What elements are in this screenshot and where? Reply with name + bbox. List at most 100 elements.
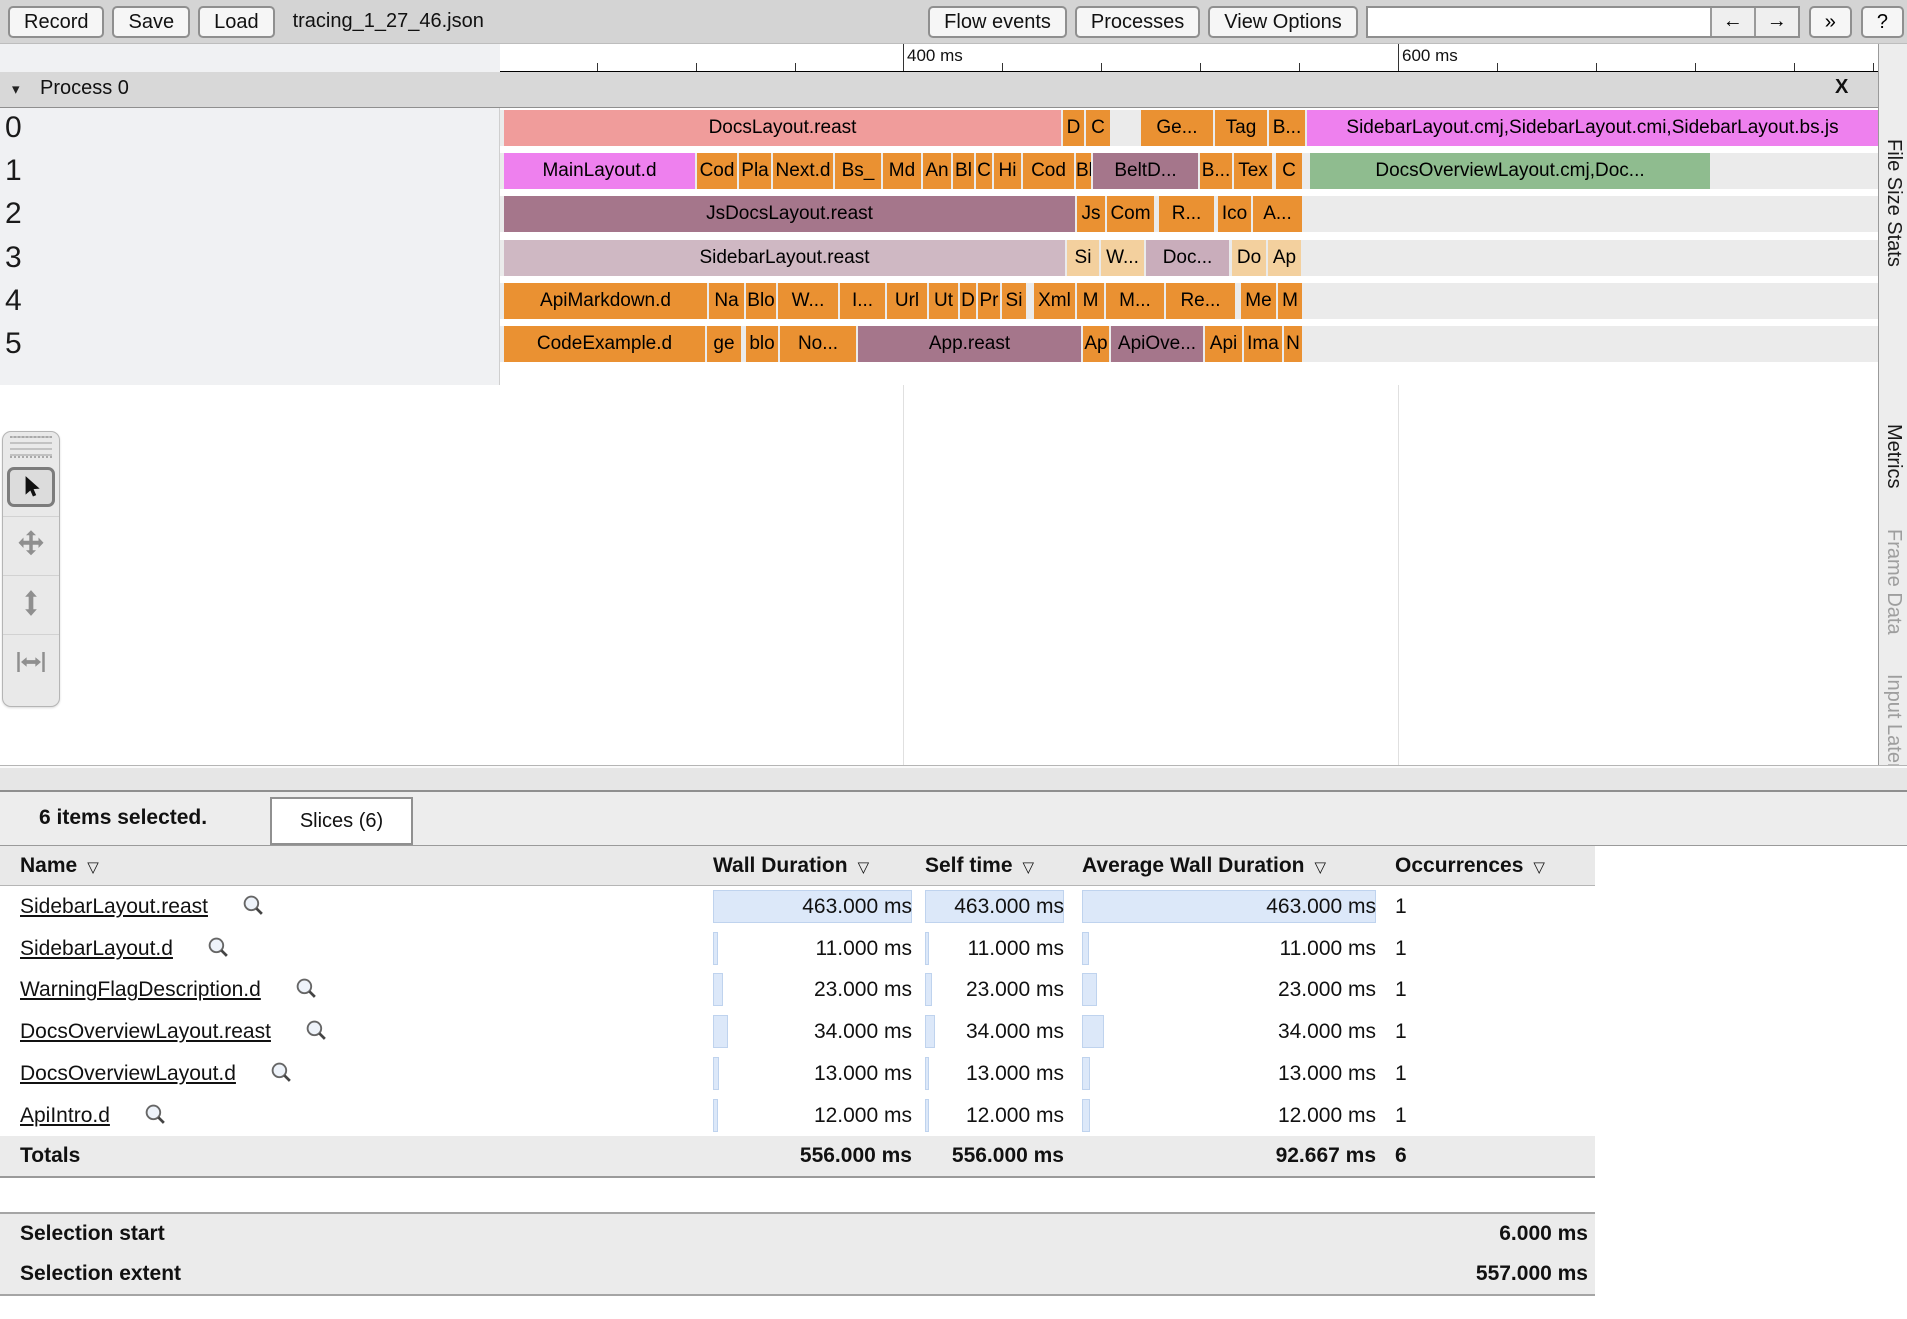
- processes-button[interactable]: Processes: [1074, 5, 1201, 38]
- trace-slice[interactable]: CodeExample.d: [504, 326, 705, 362]
- palette-grip[interactable]: [10, 436, 52, 458]
- trace-slice[interactable]: Blo: [746, 283, 776, 319]
- trace-slice[interactable]: SidebarLayout.cmj,SidebarLayout.cmi,Side…: [1307, 110, 1878, 146]
- trace-slice[interactable]: Ico: [1218, 196, 1251, 232]
- trace-slice[interactable]: W...: [778, 283, 838, 319]
- table-row[interactable]: DocsOverviewLayout.d 13.000 ms 13.000 ms 13…: [0, 1053, 1595, 1094]
- trace-slice[interactable]: N: [1284, 326, 1302, 362]
- magnifier-icon[interactable]: [242, 894, 265, 917]
- trace-slice[interactable]: W...: [1101, 240, 1144, 276]
- trace-slice[interactable]: Pr: [978, 283, 1000, 319]
- magnifier-icon[interactable]: [270, 1061, 293, 1084]
- sort-icon[interactable]: ▽: [1023, 859, 1035, 876]
- help-button[interactable]: ?: [1860, 5, 1904, 38]
- table-row[interactable]: ApiIntro.d 12.000 ms 12.000 ms 12.000 ms 1: [0, 1095, 1595, 1136]
- trace-slice[interactable]: C: [1276, 153, 1302, 189]
- trace-slice[interactable]: C: [1086, 110, 1110, 146]
- sidebar-tab-metrics[interactable]: Metrics: [1882, 424, 1905, 488]
- trace-slice[interactable]: No...: [780, 326, 856, 362]
- trace-slice[interactable]: ge: [707, 326, 741, 362]
- load-button[interactable]: Load: [198, 5, 275, 38]
- trace-slice[interactable]: Tex: [1234, 153, 1272, 189]
- trace-slice[interactable]: App.reast: [858, 326, 1081, 362]
- trace-slice[interactable]: Api: [1205, 326, 1242, 362]
- sort-icon[interactable]: ▽: [1533, 859, 1545, 876]
- save-button[interactable]: Save: [112, 5, 191, 38]
- flow-events-button[interactable]: Flow events: [928, 5, 1067, 38]
- trace-slice[interactable]: blo: [746, 326, 778, 362]
- slice-name-link[interactable]: DocsOverviewLayout.d: [20, 1053, 293, 1094]
- trace-slice[interactable]: Cod: [1023, 153, 1074, 189]
- panel-splitter[interactable]: [0, 765, 1907, 792]
- trace-slice[interactable]: Xml: [1034, 283, 1075, 319]
- trace-slice[interactable]: Ap: [1083, 326, 1109, 362]
- slices-tab[interactable]: Slices (6): [270, 797, 413, 845]
- magnifier-icon[interactable]: [207, 936, 230, 959]
- trace-slice[interactable]: A...: [1253, 196, 1302, 232]
- trace-slice[interactable]: B...: [1269, 110, 1305, 146]
- trace-slice[interactable]: Doc...: [1146, 240, 1229, 276]
- process-header[interactable]: ▾ Process 0 X: [0, 72, 1878, 108]
- trace-slice[interactable]: JsDocsLayout.reast: [504, 196, 1075, 232]
- table-row[interactable]: SidebarLayout.reast 463.000 ms 463.000 ms 4…: [0, 886, 1595, 927]
- trace-slice[interactable]: I...: [840, 283, 885, 319]
- trace-slice[interactable]: Me: [1241, 283, 1276, 319]
- trace-slice[interactable]: M...: [1106, 283, 1164, 319]
- more-options-button[interactable]: »: [1808, 5, 1852, 38]
- trace-slice[interactable]: Ima: [1244, 326, 1282, 362]
- slice-name-link[interactable]: WarningFlagDescription.d: [20, 969, 318, 1010]
- record-button[interactable]: Record: [8, 5, 105, 38]
- trace-slice[interactable]: M: [1278, 283, 1302, 319]
- find-next-button[interactable]: →: [1753, 7, 1798, 36]
- find-previous-button[interactable]: ←: [1709, 7, 1754, 36]
- trace-slice[interactable]: Cod: [697, 153, 737, 189]
- trace-slice[interactable]: Ge...: [1141, 110, 1213, 146]
- sort-icon[interactable]: ▽: [1315, 859, 1327, 876]
- trace-slice[interactable]: Bl: [1076, 153, 1091, 189]
- trace-slice[interactable]: Si: [1002, 283, 1026, 319]
- close-process-button[interactable]: X: [1835, 76, 1848, 99]
- magnifier-icon[interactable]: [305, 1019, 328, 1042]
- trace-slice[interactable]: Js: [1077, 196, 1105, 232]
- trace-slice[interactable]: Pla: [739, 153, 771, 189]
- trace-slice[interactable]: BeltD...: [1093, 153, 1198, 189]
- trace-slice[interactable]: ApiMarkdown.d: [504, 283, 707, 319]
- slice-name-link[interactable]: SidebarLayout.d: [20, 928, 230, 969]
- sidebar-tab-file-size-stats[interactable]: File Size Stats: [1882, 139, 1905, 267]
- trace-slice[interactable]: Tag: [1215, 110, 1267, 146]
- trace-slice[interactable]: C: [976, 153, 992, 189]
- column-header-self-time[interactable]: Self time ▽: [925, 846, 1034, 887]
- slice-name-link[interactable]: ApiIntro.d: [20, 1095, 167, 1136]
- column-header-wall-duration[interactable]: Wall Duration ▽: [713, 846, 869, 887]
- pan-tool-button[interactable]: [3, 516, 59, 575]
- trace-slice[interactable]: Bs_: [835, 153, 881, 189]
- trace-slice[interactable]: D: [1063, 110, 1084, 146]
- trace-slice[interactable]: Ap: [1268, 240, 1301, 276]
- trace-slice[interactable]: Na: [709, 283, 744, 319]
- slice-name-link[interactable]: SidebarLayout.reast: [20, 886, 265, 927]
- timing-tool-button[interactable]: [3, 634, 59, 693]
- table-row[interactable]: SidebarLayout.d 11.000 ms 11.000 ms 11.000 …: [0, 928, 1595, 969]
- trace-slice[interactable]: MainLayout.d: [504, 153, 695, 189]
- trace-slice[interactable]: M: [1077, 283, 1104, 319]
- trace-slice[interactable]: Next.d: [773, 153, 833, 189]
- trace-slice[interactable]: Url: [887, 283, 927, 319]
- trace-slice[interactable]: Com: [1107, 196, 1154, 232]
- trace-slice[interactable]: Hi: [994, 153, 1021, 189]
- sort-icon[interactable]: ▽: [858, 859, 870, 876]
- trace-slice[interactable]: DocsOverviewLayout.cmj,Doc...: [1310, 153, 1710, 189]
- view-options-button[interactable]: View Options: [1208, 5, 1358, 38]
- magnifier-icon[interactable]: [144, 1103, 167, 1126]
- trace-slice[interactable]: Ut: [929, 283, 958, 319]
- trace-slice[interactable]: D: [960, 283, 976, 319]
- trace-slice[interactable]: B...: [1200, 153, 1232, 189]
- table-row[interactable]: DocsOverviewLayout.reast 34.000 ms 34.000 …: [0, 1011, 1595, 1052]
- trace-slice[interactable]: Md: [883, 153, 921, 189]
- zoom-tool-button[interactable]: [3, 575, 59, 634]
- collapse-icon[interactable]: ▾: [12, 80, 20, 98]
- trace-slice[interactable]: SidebarLayout.reast: [504, 240, 1065, 276]
- trace-slice[interactable]: Do: [1232, 240, 1266, 276]
- trace-slice[interactable]: ApiOve...: [1111, 326, 1203, 362]
- sidebar-tab-input-latency[interactable]: Input Latency: [1882, 674, 1905, 765]
- trace-slice[interactable]: Re...: [1166, 283, 1235, 319]
